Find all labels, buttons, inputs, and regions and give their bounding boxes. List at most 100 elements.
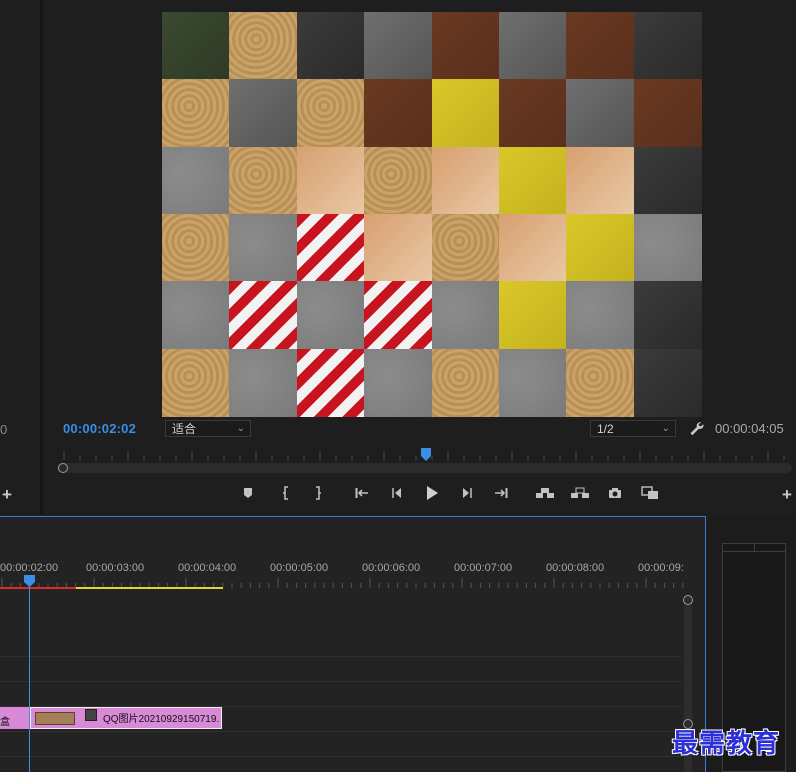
scrub-zoom-handle[interactable]: [58, 463, 68, 473]
ruler-time-label: 00:00:02:00: [0, 562, 59, 574]
video-tile: [431, 79, 500, 148]
monitor-playhead[interactable]: [420, 448, 432, 462]
timeline-playhead-line[interactable]: [29, 584, 30, 772]
lift-icon[interactable]: [534, 485, 556, 501]
add-button-right[interactable]: +: [782, 485, 792, 505]
video-tile: [229, 213, 298, 282]
render-status-red: [0, 587, 76, 589]
video-tile: [499, 281, 567, 350]
duration-timecode: 00:00:04:05: [715, 421, 784, 436]
video-tile: [431, 12, 500, 80]
video-tile: [229, 12, 298, 80]
ruler-time-label: 00:00:09:: [638, 562, 684, 574]
ruler-time-label: 00:00:04:00: [178, 562, 237, 574]
extract-icon[interactable]: [569, 485, 591, 501]
track-divider: [0, 756, 682, 757]
step-forward-icon[interactable]: [458, 485, 476, 501]
watermark-logo: 最需教育: [672, 729, 781, 759]
chevron-down-icon: ⌄: [661, 423, 670, 434]
mark-out-icon[interactable]: [309, 485, 327, 501]
timeline-playhead[interactable]: [24, 575, 35, 587]
video-tile: [364, 12, 433, 80]
video-tile: [229, 79, 298, 148]
video-tile: [633, 213, 702, 282]
video-tile: [162, 213, 230, 282]
video-tile: [499, 213, 567, 282]
video-preview: [162, 12, 702, 417]
video-tile: [162, 146, 230, 215]
video-tile: [162, 79, 230, 148]
video-tile: [296, 281, 365, 350]
mark-in-icon[interactable]: [277, 485, 295, 501]
video-tile: [229, 348, 298, 417]
video-tile: [499, 79, 567, 148]
video-tile: [364, 146, 433, 215]
video-tile: [566, 146, 635, 215]
video-tile: [162, 348, 230, 417]
current-timecode[interactable]: 00:00:02:02: [63, 421, 136, 436]
video-tile: [296, 79, 365, 148]
go-to-in-icon[interactable]: [353, 485, 371, 501]
video-tile: [229, 281, 298, 350]
video-tile: [499, 12, 567, 80]
go-to-out-icon[interactable]: [492, 485, 510, 501]
video-tile: [633, 146, 702, 215]
video-tile: [364, 79, 433, 148]
add-button-left[interactable]: +: [2, 485, 12, 505]
source-timecode: 0: [0, 422, 8, 437]
zoom-level-value: 适合: [172, 422, 197, 436]
video-tile: [566, 79, 635, 148]
video-tile: [431, 213, 500, 282]
ruler-time-label: 00:00:06:00: [362, 562, 421, 574]
fx-badge-icon: [85, 709, 97, 721]
video-tile: [296, 12, 365, 80]
video-tile: [229, 146, 298, 215]
video-tile: [499, 348, 567, 417]
timeline-focus-border: [0, 516, 706, 517]
zoom-level-dropdown[interactable]: 适合 ⌄: [165, 420, 251, 437]
clip-a-label: 盒: [0, 717, 10, 728]
playback-resolution-dropdown[interactable]: 1/2 ⌄: [590, 420, 676, 437]
video-tile: [364, 213, 433, 282]
clip-thumbnail: [35, 712, 75, 725]
ruler-time-label: 00:00:05:00: [270, 562, 329, 574]
video-tile: [499, 146, 567, 215]
ruler-time-label: 00:00:07:00: [454, 562, 513, 574]
resolution-value: 1/2: [597, 422, 614, 436]
scrollbar-handle-top[interactable]: [683, 595, 693, 605]
video-tile: [162, 12, 230, 80]
video-tile: [431, 348, 500, 417]
video-tile: [633, 348, 702, 417]
marker-icon[interactable]: [239, 485, 257, 501]
video-tile: [431, 281, 500, 350]
chevron-down-icon: ⌄: [236, 423, 245, 434]
audio-meter-divider: [754, 543, 755, 552]
track-divider: [0, 731, 682, 732]
video-tile: [566, 348, 635, 417]
video-tile: [633, 281, 702, 350]
track-divider: [0, 656, 682, 657]
video-tile: [162, 281, 230, 350]
ruler-time-label: 00:00:08:00: [546, 562, 605, 574]
play-icon[interactable]: [423, 485, 441, 501]
video-tile: [633, 79, 702, 148]
track-divider: [0, 681, 682, 682]
video-tile: [566, 12, 635, 80]
render-status-yellow: [76, 587, 223, 589]
step-back-icon[interactable]: [388, 485, 406, 501]
video-tile: [431, 146, 500, 215]
video-tile: [566, 281, 635, 350]
video-tile: [296, 348, 365, 417]
timeline-panel: [0, 517, 705, 772]
wrench-icon[interactable]: [688, 420, 704, 436]
clip-b-label: QQ图片20210929150719.: [103, 714, 220, 725]
export-frame-icon[interactable]: [606, 485, 624, 501]
video-tile: [633, 12, 702, 80]
compare-icon[interactable]: [640, 485, 660, 501]
video-tile: [296, 213, 365, 282]
monitor-scrub-bar[interactable]: [57, 463, 792, 473]
ruler-time-label: 00:00:03:00: [86, 562, 145, 574]
video-tile: [296, 146, 365, 215]
video-tile: [364, 348, 433, 417]
video-tile: [364, 281, 433, 350]
